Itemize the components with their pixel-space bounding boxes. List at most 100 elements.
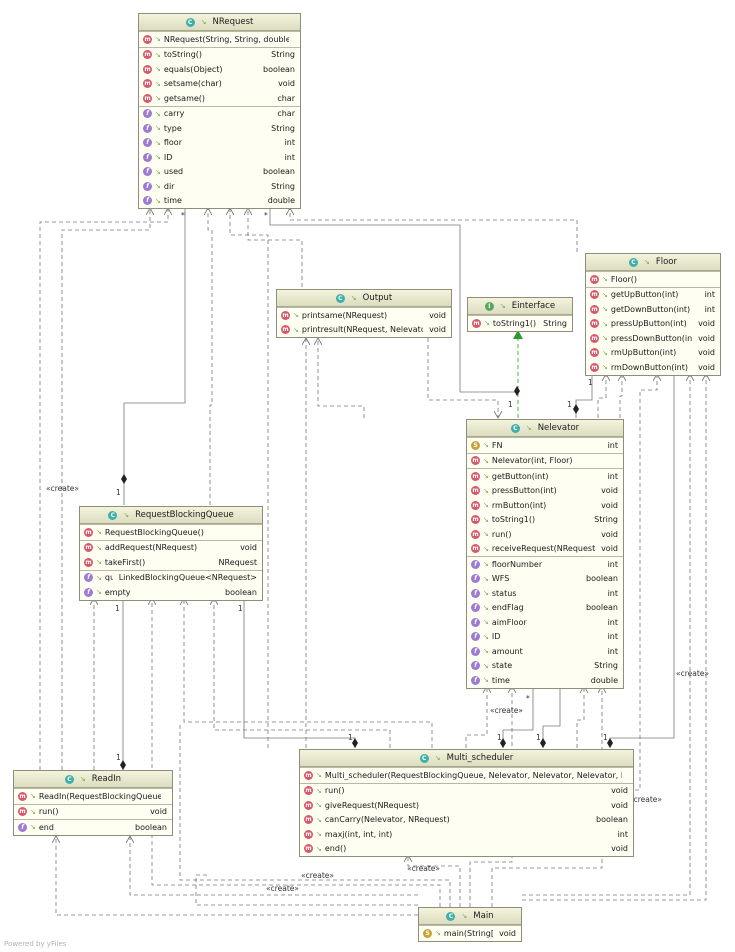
class-header[interactable]: C ↘ Multi_scheduler [300,750,633,767]
method-row[interactable]: m ↘ Floor() [586,272,720,287]
assoc-multi-rbq [243,598,356,748]
method-icon: m [143,79,152,89]
public-visibility-icon: ↘ [316,815,322,824]
method-row[interactable]: m ↘ getsame() char [139,91,300,106]
field-row[interactable]: f ↘ status int [467,586,623,601]
method-row[interactable]: m ↘ NRequest(String, String, double) [139,32,300,47]
dep-multi-rbq-b [184,598,433,748]
class-header[interactable]: I ↘ Einterface [468,298,572,315]
field-row[interactable]: f ↘ ID int [467,630,623,645]
field-row[interactable]: f↘queue LinkedBlockingQueue<NRequest> [80,571,262,586]
class-readin[interactable]: C ↘ ReadIn m ↘ ReadIn(RequestBlockingQueue) m ↘… [13,770,173,836]
method-row[interactable]: m ↘ maxj(int, int, int) int [300,827,633,842]
class-header[interactable]: C ↘ Main [419,908,521,925]
method-row[interactable]: m ↘ getDownButton(int) int [586,302,720,317]
method-row[interactable]: S ↘ FN int [467,438,623,453]
field-row[interactable]: f ↘ WFS boolean [467,572,623,587]
member-name: type [163,123,182,133]
field-row[interactable]: f ↘ carry char [139,107,300,122]
field-row[interactable]: f ↘ time double [139,194,300,209]
method-row[interactable]: m ↘ run() void [467,527,623,542]
method-icon: m [471,515,480,525]
method-icon: m [590,333,599,343]
method-row[interactable]: m ↘ getButton(int) int [467,469,623,484]
class-header[interactable]: C ↘ RequestBlockingQueue [80,507,262,524]
class-multi-scheduler[interactable]: C ↘ Multi_scheduler m ↘ Multi_scheduler(Reque… [299,749,634,857]
class-output[interactable]: C ↘ Output m ↘ printsame(NRequest) void m ↘ print… [276,289,452,338]
field-row[interactable]: f ↘ state String [467,659,623,674]
field-row[interactable]: f ↘ empty boolean [80,585,262,600]
method-row[interactable]: m ↘ run() void [14,805,172,820]
public-visibility-icon: ↘ [96,543,102,552]
method-row[interactable]: m ↘ toString() String [139,48,300,63]
member-name: run() [324,786,345,796]
method-row[interactable]: m ↘ ReadIn(RequestBlockingQueue) [14,789,172,804]
method-row[interactable]: m ↘ takeFirst() NRequest [80,555,262,570]
method-row[interactable]: m ↘ pressDownButton(int) void [586,331,720,346]
method-row[interactable]: m ↘ toString1() String [467,513,623,528]
class-header[interactable]: C ↘ Floor [586,254,720,271]
field-row[interactable]: f ↘ amount int [467,644,623,659]
field-row[interactable]: f ↘ aimFloor int [467,615,623,630]
method-row[interactable]: m ↘ printsame(NRequest) void [277,308,451,323]
public-visibility-icon: ↘ [155,79,161,88]
class-nelevator[interactable]: C ↘ Nelevator S ↘ FN int m ↘ Nelevator(int, Floor… [466,419,624,689]
method-row[interactable]: m ↘ rmDownButton(int) void [586,360,720,375]
method-row[interactable]: m ↘ Multi_scheduler(RequestBlockingQueue, … [300,768,633,783]
field-row[interactable]: f ↘ endFlag boolean [467,601,623,616]
class-icon: C [335,293,345,303]
class-header[interactable]: C ↘ NRequest [139,14,300,31]
method-row[interactable]: m ↘ equals(Object) boolean [139,62,300,77]
method-row[interactable]: m ↘ end() void [300,842,633,857]
class-floor[interactable]: C ↘ Floor m ↘ Floor() m ↘ getUpButton(int) int m ↘ g… [585,253,721,376]
public-visibility-icon: ↘ [155,182,161,191]
field-icon: f [84,587,93,597]
field-row[interactable]: f ↘ floor int [139,136,300,151]
class-name: Nelevator [537,423,580,433]
method-row[interactable]: m ↘ canCarry(Nelevator, NRequest) boolean [300,813,633,828]
public-visibility-icon: ↘ [155,153,161,162]
method-row[interactable]: m ↘ pressUpButton(int) void [586,317,720,332]
public-visibility-icon: ↘ [499,302,506,310]
class-header[interactable]: C ↘ Output [277,290,451,307]
method-row[interactable]: m ↘ rmButton(int) void [467,498,623,513]
method-row[interactable]: m ↘ receiveRequest(NRequest) void [467,542,623,557]
method-row[interactable]: m ↘ pressButton(int) void [467,484,623,499]
public-visibility-icon: ↘ [483,647,489,656]
public-visibility-icon: ↘ [643,258,650,266]
class-header[interactable]: C ↘ ReadIn [14,771,172,788]
member-type: String [594,515,618,525]
member-name: state [491,661,513,671]
method-row[interactable]: m ↘ addRequest(NRequest) void [80,541,262,556]
method-row[interactable]: m ↘ run() void [300,784,633,799]
class-nrequest[interactable]: C ↘ NRequest m ↘ NRequest(String, String, dou… [138,13,301,209]
field-row[interactable]: f ↘ type String [139,121,300,136]
method-row[interactable]: m ↘ toString1() String [468,316,572,331]
field-row[interactable]: f ↘ end boolean [14,820,172,835]
class-requestblockingqueue[interactable]: C ↘ RequestBlockingQueue m ↘ RequestBlockingQ… [79,506,263,601]
method-row[interactable]: S↘main(String[]) void [419,926,521,941]
public-visibility-icon: ↘ [602,275,608,284]
field-row[interactable]: f ↘ floorNumber int [467,557,623,572]
member-name: equals(Object) [163,64,223,74]
member-name: endFlag [491,603,524,613]
method-row[interactable]: m ↘ rmUpButton(int) void [586,346,720,361]
method-icon: m [472,318,481,328]
method-row[interactable]: m ↘ RequestBlockingQueue() [80,525,262,540]
member-type: void [698,319,715,329]
method-row[interactable]: m ↘ printresult(NRequest, Nelevator) void [277,323,451,338]
method-icon: m [304,844,313,854]
member-type: void [698,333,715,343]
field-row[interactable]: f ↘ time double [467,673,623,688]
class-main[interactable]: C↘MainS↘main(String[])void [418,907,522,942]
field-row[interactable]: f ↘ used boolean [139,165,300,180]
field-row[interactable]: f ↘ ID int [139,150,300,165]
method-row[interactable]: m ↘ giveRequest(NRequest) void [300,798,633,813]
class-header[interactable]: C ↘ Nelevator [467,420,623,437]
method-row[interactable]: m ↘ setsame(char) void [139,77,300,92]
method-row[interactable]: m ↘ Nelevator(int, Floor) [467,454,623,469]
method-row[interactable]: m ↘ getUpButton(int) int [586,288,720,303]
field-row[interactable]: f ↘ dir String [139,179,300,194]
interface-einterface[interactable]: I ↘ Einterface m ↘ toString1() String [467,297,573,332]
field-icon: f [471,574,480,584]
